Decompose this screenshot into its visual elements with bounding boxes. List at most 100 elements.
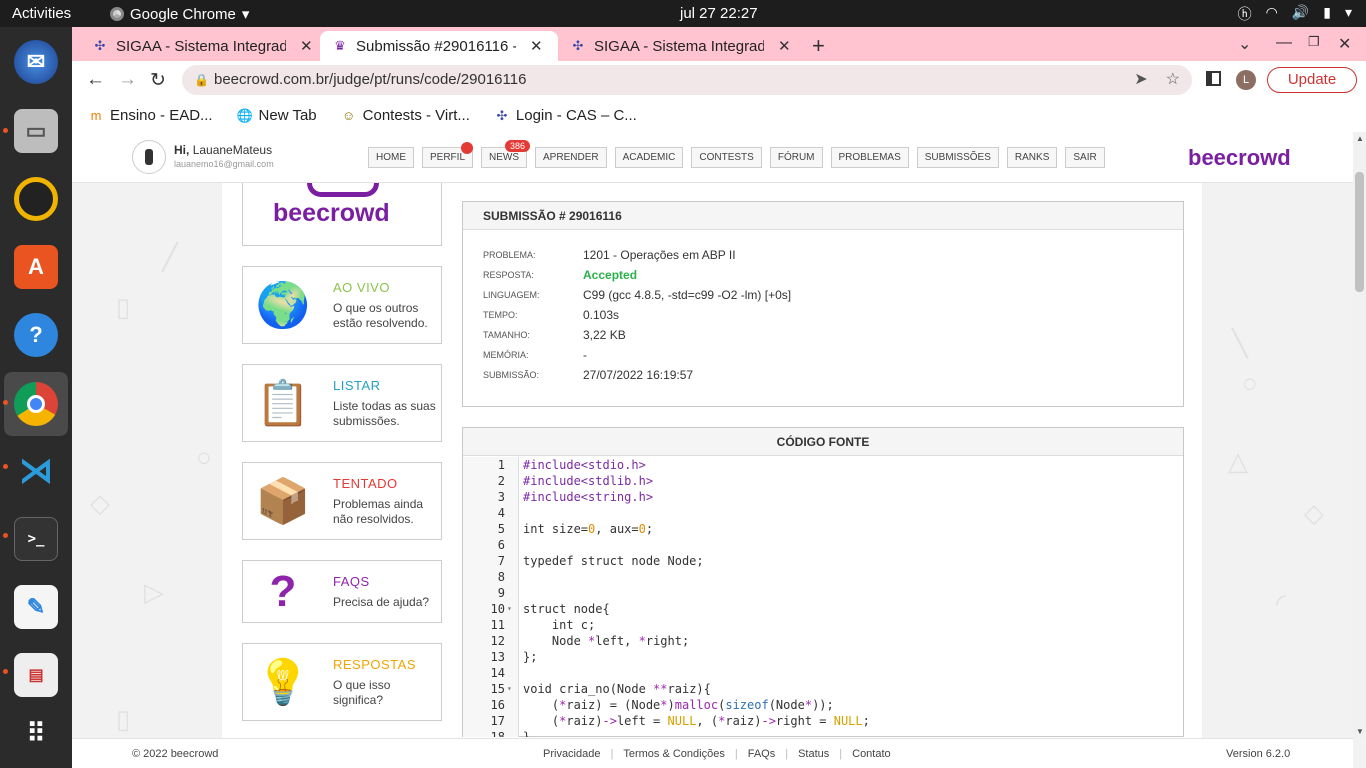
chevron-down-icon: ▾ (241, 6, 250, 23)
info-label: TAMANHO: (483, 330, 530, 340)
hp-icon[interactable]: ⓗ (1238, 4, 1252, 24)
menu-academic[interactable]: ACADEMIC (614, 147, 684, 168)
bookmark-item[interactable]: m Ensino - EAD... (88, 107, 213, 124)
footer-link-termos[interactable]: Termos & Condições (623, 748, 725, 760)
software-center-icon[interactable]: A (8, 239, 64, 295)
vscode-icon[interactable]: ⋊ (8, 443, 64, 499)
new-tab-button[interactable]: + (812, 33, 825, 59)
menu-submissoes[interactable]: SUBMISSÕES (916, 147, 999, 168)
menu-ranks[interactable]: RANKS (1006, 147, 1058, 168)
menu-forum[interactable]: FÓRUM (769, 147, 823, 168)
code-line: 13}; (463, 649, 1183, 665)
menu-kebab-icon[interactable]: ⋮ (1361, 68, 1366, 92)
power-menu-icon[interactable]: ▾ (1345, 4, 1352, 24)
files-icon[interactable]: ▭ (8, 103, 64, 159)
close-icon[interactable]: ✕ (778, 37, 791, 55)
card-respostas[interactable]: 💡 RESPOSTAS O que isso significa? (242, 643, 442, 721)
rhythmbox-icon[interactable] (8, 171, 64, 227)
copyright: © 2022 beecrowd (132, 748, 219, 760)
tab-sigaa-2[interactable]: ✣ SIGAA - Sistema Integrado ✕ (558, 31, 798, 61)
menu-home[interactable]: HOME (368, 147, 414, 168)
tab-search-icon[interactable]: ⌄ (1238, 34, 1251, 54)
info-value[interactable]: 1201 - Operações em ABP II (583, 248, 736, 262)
page-scrollbar[interactable]: ▲ ▼ (1353, 132, 1366, 738)
help-icon[interactable]: ? (8, 307, 64, 363)
text-editor-icon[interactable]: ✎ (8, 579, 64, 635)
clock[interactable]: jul 27 22:27 (680, 5, 758, 22)
send-to-device-icon[interactable]: ➤ (1134, 65, 1147, 95)
sidebar-logo[interactable]: beecrowd (242, 183, 442, 246)
reload-button[interactable]: ↻ (150, 69, 166, 92)
battery-icon[interactable]: ▮ (1323, 4, 1331, 24)
scroll-down-icon[interactable]: ▼ (1356, 727, 1364, 736)
code-viewer[interactable]: 1 #include<stdio.h> 2 #include<stdlib.h> 3 #i… (463, 457, 1183, 737)
card-listar[interactable]: 📋 LISTAR Liste todas as suas submissões. (242, 364, 442, 442)
fold-arrow-icon[interactable]: ▾ (507, 601, 512, 617)
document-viewer-icon[interactable]: ▤ (8, 647, 64, 703)
info-row: PROBLEMA: 1201 - Operações em ABP II (463, 246, 1183, 266)
info-label: PROBLEMA: (483, 250, 536, 260)
app-grid-icon[interactable]: ⠿ (8, 705, 64, 761)
bookmark-item[interactable]: ✣ Login - CAS – C... (494, 107, 636, 124)
scroll-up-icon[interactable]: ▲ (1356, 134, 1364, 143)
bookmark-star-icon[interactable]: ☆ (1166, 65, 1180, 95)
line-number: 11 (490, 618, 505, 632)
code-line: 5 int size=0, aux=0; (463, 521, 1183, 537)
footer-link-contato[interactable]: Contato (852, 748, 891, 760)
chrome-icon[interactable] (8, 376, 64, 432)
thunderbird-icon[interactable]: ✉ (8, 34, 64, 90)
address-bar[interactable]: 🔒 beecrowd.com.br/judge/pt/runs/code/290… (182, 65, 1192, 95)
maximize-button[interactable]: ❐ (1308, 34, 1320, 50)
info-row: SUBMISSÃO: 27/07/2022 16:19:57 (463, 366, 1183, 386)
lock-icon[interactable]: 🔒 (194, 65, 209, 95)
decoration: ◇ (90, 488, 110, 518)
wifi-icon[interactable]: ◠ (1266, 4, 1278, 24)
code-text: #include<stdlib.h> (523, 474, 654, 488)
user-info[interactable]: Hi, LauaneMateus lauanemo16@gmail.com (132, 140, 274, 174)
ead-favicon-icon: m (90, 108, 102, 123)
back-button[interactable]: ← (86, 69, 105, 91)
bookmark-item[interactable]: ☺ Contests - Virt... (341, 107, 470, 124)
update-button[interactable]: Update ⋮ (1267, 67, 1366, 93)
close-window-button[interactable]: ✕ (1338, 34, 1351, 54)
submission-info: PROBLEMA: 1201 - Operações em ABP II RESPO… (463, 230, 1183, 386)
menu-news[interactable]: NEWS 386 (481, 140, 531, 168)
avatar[interactable] (132, 140, 166, 174)
close-icon[interactable]: ✕ (530, 37, 543, 55)
bookmark-item[interactable]: 🌐 New Tab (236, 107, 317, 124)
menu-aprender[interactable]: APRENDER (535, 147, 607, 168)
volume-icon[interactable]: 🔊 (1292, 4, 1309, 24)
info-row: RESPOSTA: Accepted (463, 266, 1183, 286)
activities-button[interactable]: Activities (12, 5, 71, 22)
code-text: #include<string.h> (523, 490, 654, 504)
scrollbar-thumb[interactable] (1355, 172, 1364, 292)
menu-perfil[interactable]: PERFIL (422, 142, 474, 168)
terminal-icon[interactable]: >_ (8, 511, 64, 567)
info-label: SUBMISSÃO: (483, 370, 540, 380)
app-menu[interactable]: Google Chrome ▾ (110, 5, 249, 23)
system-tray[interactable]: ⓗ ◠ 🔊 ▮ ▾ (1238, 4, 1352, 24)
forward-button[interactable]: → (118, 69, 137, 91)
bookmark-label: New Tab (258, 107, 317, 124)
menu-contests[interactable]: CONTESTS (691, 147, 762, 168)
footer-link-faqs[interactable]: FAQs (748, 748, 776, 760)
minimize-button[interactable]: — (1276, 34, 1292, 52)
card-description: O que isso significa? (333, 678, 391, 707)
brand-logo[interactable]: beecrowd (1188, 145, 1291, 171)
profile-avatar[interactable]: L (1236, 70, 1256, 90)
tab-sigaa-1[interactable]: ✣ SIGAA - Sistema Integrado ✕ (80, 31, 320, 61)
footer-link-status[interactable]: Status (798, 748, 829, 760)
menu-problemas[interactable]: PROBLEMAS (830, 147, 909, 168)
close-icon[interactable]: ✕ (300, 37, 313, 55)
footer-link-privacidade[interactable]: Privacidade (543, 748, 600, 760)
fold-arrow-icon[interactable]: ▾ (507, 681, 512, 697)
card-faqs[interactable]: ? FAQS Precisa de ajuda? (242, 560, 442, 623)
card-ao-vivo[interactable]: 🌍 AO VIVO O que os outros estão resolven… (242, 266, 442, 344)
side-panel-icon[interactable] (1206, 71, 1221, 86)
menu-sair[interactable]: SAIR (1065, 147, 1105, 168)
news-badge: 386 (504, 140, 531, 152)
code-line: 1 #include<stdio.h> (463, 457, 1183, 473)
tab-submission[interactable]: ♛ Submissão #29016116 - beecrowd ✕ (320, 31, 558, 61)
card-tentado[interactable]: 📦 TENTADO Problemas ainda não resolvidos… (242, 462, 442, 540)
code-line: 8 (463, 569, 1183, 585)
